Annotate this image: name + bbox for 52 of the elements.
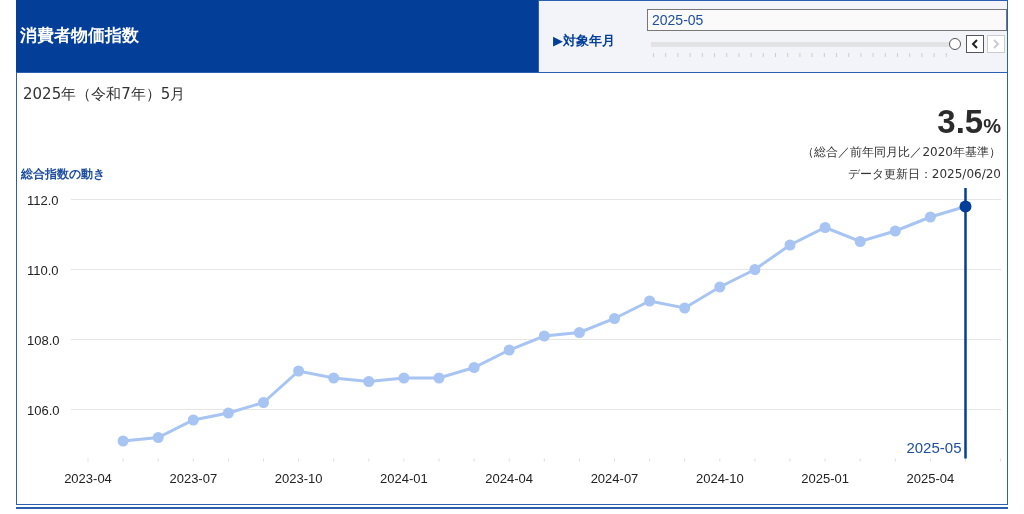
data-point [293, 365, 305, 377]
data-point [187, 414, 199, 426]
y-tick-label: 110.0 [27, 262, 59, 278]
data-point [784, 239, 796, 251]
period-label: ▶対象年月 [553, 32, 616, 50]
slider-thumb[interactable] [949, 38, 961, 50]
data-point [503, 344, 515, 356]
headline-note: （総合／前年同月比／2020年基準） [802, 144, 1001, 161]
data-point [363, 376, 375, 387]
x-tick-label: 2024-07 [590, 471, 639, 486]
x-tick-label: 2023-04 [64, 471, 112, 486]
y-tick-label: 112.0 [27, 192, 59, 208]
page-title: 消費者物価指数 [20, 24, 139, 48]
data-point [258, 397, 269, 408]
previous-button[interactable] [966, 35, 984, 53]
data-point [328, 372, 340, 384]
data-point [714, 281, 726, 293]
data-point [959, 200, 972, 213]
data-point [117, 435, 129, 447]
x-tick-label: 2024-04 [485, 471, 534, 486]
data-point [889, 225, 901, 237]
data-point [749, 264, 761, 275]
update-date: データ更新日：2025/06/20 [847, 166, 1001, 183]
x-tick-label: 2024-10 [695, 471, 744, 486]
period-input[interactable]: 2025-05 [647, 9, 1007, 31]
y-tick-label: 108.0 [27, 332, 60, 348]
x-tick-label: 2025-04 [906, 471, 955, 486]
x-tick-label: 2023-10 [274, 471, 323, 486]
data-point [679, 302, 691, 314]
data-point [609, 313, 620, 324]
chevron-right-icon [992, 39, 1000, 49]
x-tick-label: 2024-01 [380, 471, 428, 486]
data-point [854, 236, 866, 247]
data-point [644, 295, 656, 307]
data-point [538, 330, 550, 342]
data-point [433, 372, 445, 384]
headline-value: 3.5 [937, 105, 984, 139]
data-point [573, 327, 585, 338]
x-tick-label: 2025-01 [801, 471, 849, 486]
chevron-left-icon [971, 39, 979, 49]
x-tick-label: 2023-07 [169, 471, 218, 486]
data-point [924, 211, 936, 223]
chart-title: 総合指数の動き [21, 166, 105, 183]
data-point [398, 372, 410, 384]
data-point [152, 432, 164, 443]
y-tick-label: 106.0 [27, 402, 60, 418]
period-heading: 2025年（令和7年）5月 [23, 84, 186, 105]
data-point [819, 222, 831, 233]
data-point [222, 407, 234, 419]
selected-month-label: 2025-05 [906, 439, 962, 456]
data-point [468, 362, 480, 373]
headline-unit: % [983, 115, 1001, 139]
